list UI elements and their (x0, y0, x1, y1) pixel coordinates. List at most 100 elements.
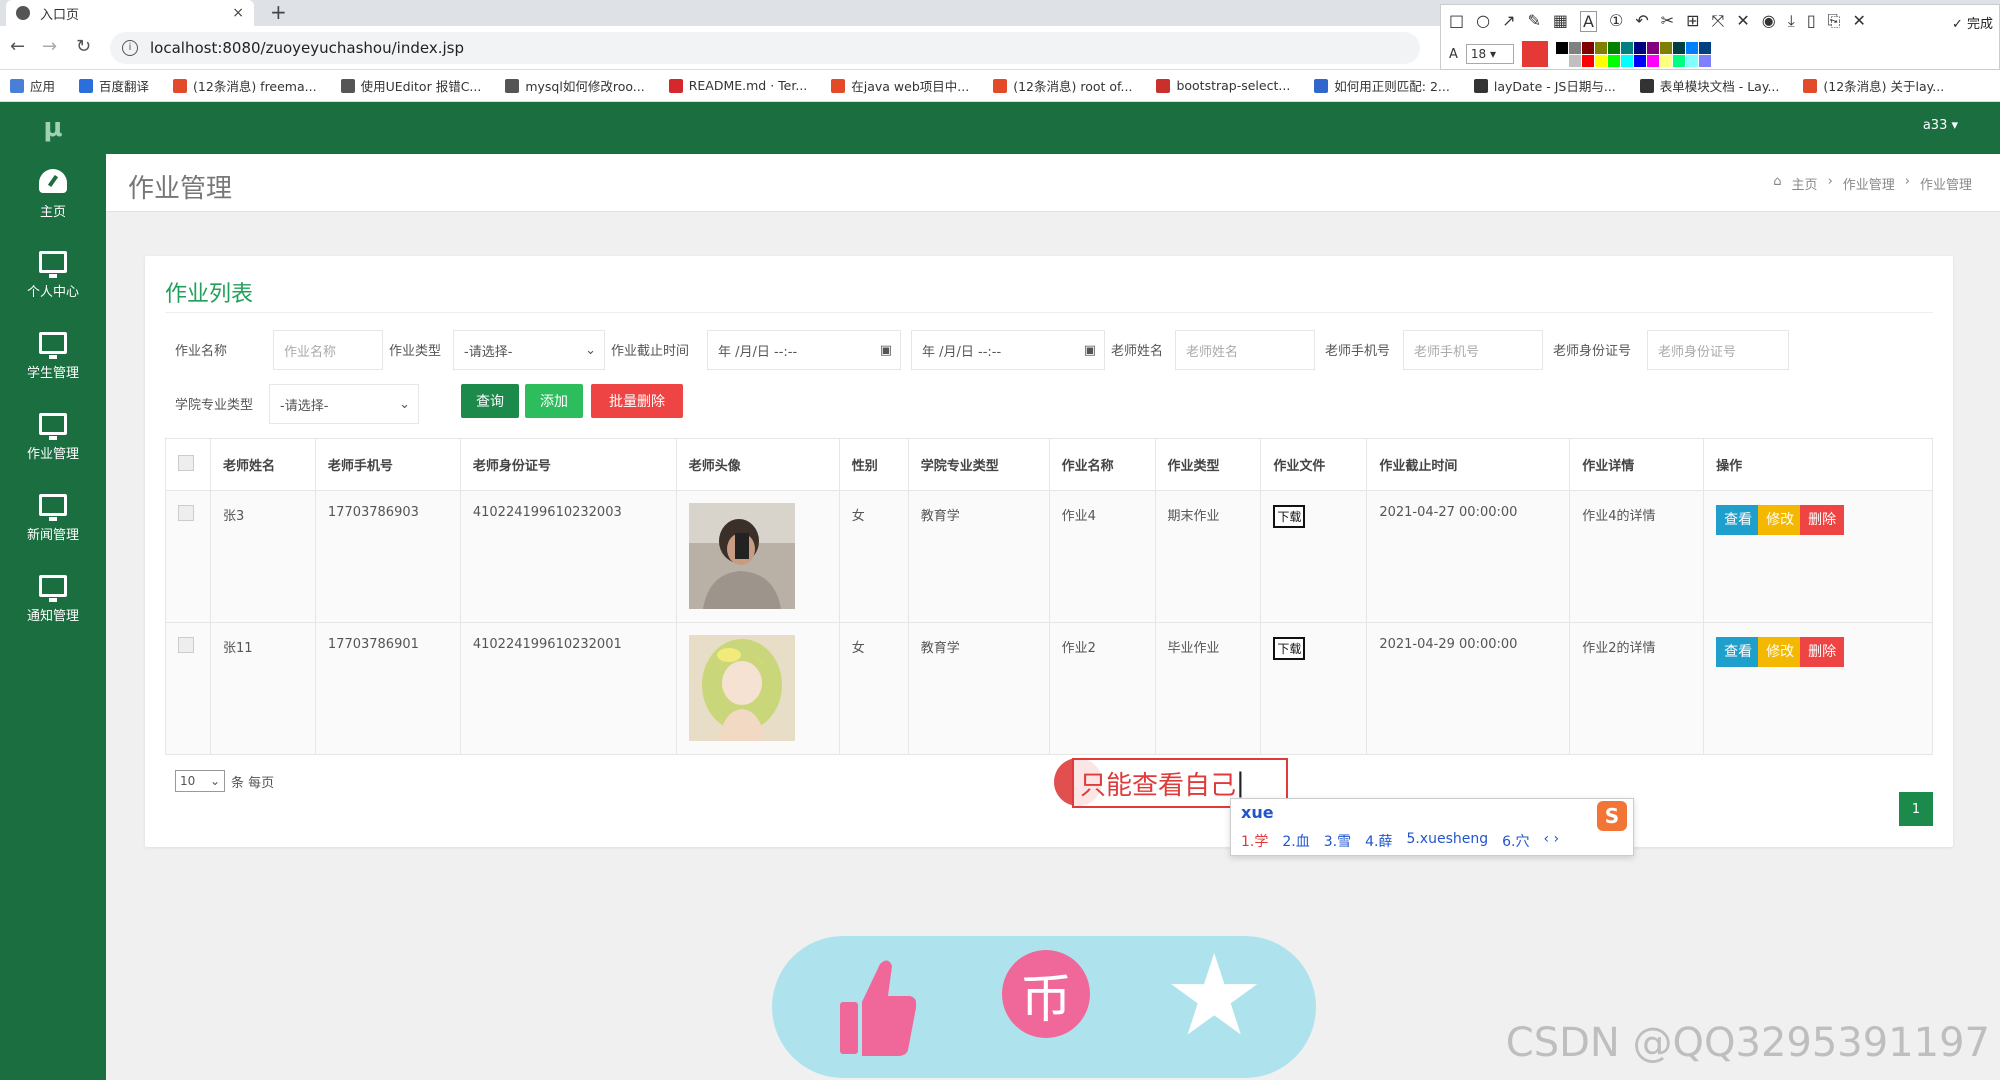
color-palette[interactable] (1555, 41, 1711, 67)
palette-swatch[interactable] (1594, 54, 1607, 67)
palette-swatch[interactable] (1646, 41, 1659, 54)
hw-type-select[interactable]: -请选择- ⌄ (453, 330, 605, 370)
font-size-select[interactable]: 18 ▾ (1465, 44, 1514, 64)
bookmark-item[interactable]: (12条消息) root of... (993, 76, 1132, 95)
tab-close-icon[interactable]: × (232, 5, 244, 21)
palette-swatch[interactable] (1685, 41, 1698, 54)
add-button[interactable]: 添加 (525, 384, 583, 418)
deadline-from-input[interactable]: 年 /月/日 --:-- ▣ (707, 330, 901, 370)
view-button[interactable]: 查看 (1716, 505, 1761, 535)
calendar-icon[interactable]: ▣ (880, 343, 892, 358)
sidebar-item[interactable]: 学生管理 (0, 316, 106, 397)
breadcrumb-home[interactable]: 主页 (1792, 174, 1818, 193)
palette-swatch[interactable] (1620, 54, 1633, 67)
row-checkbox[interactable] (178, 637, 194, 653)
row-checkbox[interactable] (178, 505, 194, 521)
arrow-tool-icon[interactable]: ↗ (1502, 11, 1515, 32)
palette-swatch[interactable] (1698, 54, 1711, 67)
reload-icon[interactable]: ↻ (76, 36, 91, 57)
coin-icon[interactable]: 币 (1002, 950, 1090, 1038)
text-tool-icon[interactable]: A (1580, 11, 1597, 32)
back-icon[interactable]: ← (10, 36, 25, 57)
bookmark-item[interactable]: 使用UEditor 报错C... (340, 76, 481, 95)
hw-name-input[interactable]: 作业名称 (273, 330, 383, 370)
forward-icon[interactable]: → (42, 36, 57, 57)
palette-swatch[interactable] (1607, 41, 1620, 54)
info-icon[interactable]: i (122, 40, 138, 56)
palette-swatch[interactable] (1620, 41, 1633, 54)
ime-candidate[interactable]: 3.雪 (1324, 831, 1351, 851)
ime-candidate[interactable]: 6.穴 (1502, 831, 1529, 851)
calendar-icon[interactable]: ▣ (1084, 343, 1096, 358)
delete-button[interactable]: 删除 (1800, 637, 1845, 667)
save-icon[interactable]: ⎘ (1828, 11, 1841, 32)
ocr-icon[interactable]: ⊞ (1686, 11, 1699, 32)
palette-swatch[interactable] (1698, 41, 1711, 54)
browser-tab[interactable]: 入口页 × (6, 0, 254, 26)
number-tool-icon[interactable]: ① (1609, 11, 1623, 32)
deadline-to-input[interactable]: 年 /月/日 --:-- ▣ (911, 330, 1105, 370)
palette-swatch[interactable] (1672, 41, 1685, 54)
palette-swatch[interactable] (1646, 54, 1659, 67)
user-menu[interactable]: a33 ▾ (1923, 118, 1958, 133)
ime-candidate[interactable]: 5.xuesheng (1406, 831, 1488, 851)
palette-swatch[interactable] (1555, 54, 1568, 67)
major-select[interactable]: -请选择- ⌄ (269, 384, 419, 424)
cancel-icon[interactable]: ✕ (1852, 11, 1865, 32)
bookmark-item[interactable]: 应用 (10, 76, 55, 95)
new-tab-button[interactable]: + (270, 0, 287, 24)
download-link[interactable]: 下载 (1273, 505, 1306, 528)
record-icon[interactable]: ◉ (1762, 11, 1776, 32)
translate-icon[interactable]: ✕ (1736, 11, 1749, 32)
sidebar-item[interactable]: 作业管理 (0, 397, 106, 478)
page-size-select[interactable]: 10 ⌄ (175, 770, 225, 792)
bookmark-item[interactable]: README.md · Ter... (668, 78, 807, 93)
breadcrumb-item[interactable]: 作业管理 (1843, 174, 1895, 193)
palette-swatch[interactable] (1659, 41, 1672, 54)
delete-button[interactable]: 删除 (1800, 505, 1845, 535)
palette-swatch[interactable] (1672, 54, 1685, 67)
palette-swatch[interactable] (1568, 54, 1581, 67)
rectangle-tool-icon[interactable]: □ (1449, 11, 1464, 32)
teacher-id-input[interactable]: 老师身份证号 (1647, 330, 1789, 370)
bookmark-item[interactable]: 百度翻译 (79, 76, 149, 95)
ellipse-tool-icon[interactable]: ○ (1476, 11, 1490, 32)
ime-candidate[interactable]: 1.学 (1241, 831, 1268, 851)
bookmark-item[interactable]: mysql如何修改roo... (505, 76, 645, 95)
palette-swatch[interactable] (1633, 41, 1646, 54)
url-field[interactable]: i localhost:8080/zuoyeyuchashou/index.js… (110, 32, 1420, 64)
palette-swatch[interactable] (1555, 41, 1568, 54)
download-icon[interactable]: ⤓ (1788, 11, 1795, 32)
current-color-swatch[interactable] (1521, 41, 1548, 67)
sidebar-item[interactable]: 个人中心 (0, 235, 106, 316)
palette-swatch[interactable] (1659, 54, 1672, 67)
palette-swatch[interactable] (1581, 41, 1594, 54)
query-button[interactable]: 查询 (461, 384, 519, 418)
pin-icon[interactable]: ✂ (1661, 11, 1674, 32)
favorite-star-icon[interactable]: ★ (1164, 936, 1264, 1056)
sidebar-item[interactable]: 新闻管理 (0, 478, 106, 559)
palette-swatch[interactable] (1607, 54, 1620, 67)
ime-page-arrows[interactable]: ‹ › (1543, 831, 1559, 851)
bookmark-item[interactable]: bootstrap-select... (1156, 78, 1290, 93)
edit-button[interactable]: 修改 (1758, 637, 1803, 667)
palette-swatch[interactable] (1685, 54, 1698, 67)
palette-swatch[interactable] (1568, 41, 1581, 54)
copy-icon[interactable]: ▯ (1807, 11, 1816, 32)
page-number-1[interactable]: 1 (1899, 792, 1933, 826)
bookmark-item[interactable]: 表单模块文档 - Lay... (1639, 76, 1779, 95)
download-link[interactable]: 下载 (1273, 637, 1306, 660)
sidebar-item[interactable]: 通知管理 (0, 559, 106, 640)
edit-button[interactable]: 修改 (1758, 505, 1803, 535)
bookmark-item[interactable]: layDate - JS日期与... (1473, 76, 1616, 95)
mosaic-tool-icon[interactable]: ▦ (1553, 11, 1568, 32)
bookmark-item[interactable]: 如何用正则匹配: 2... (1314, 76, 1450, 95)
sidebar-item[interactable]: 主页 (0, 154, 106, 235)
palette-swatch[interactable] (1633, 54, 1646, 67)
bookmark-item[interactable]: (12条消息) 关于lay... (1803, 76, 1944, 95)
long-shot-icon[interactable]: ⤧ (1712, 11, 1725, 32)
palette-swatch[interactable] (1581, 54, 1594, 67)
teacher-phone-input[interactable]: 老师手机号 (1403, 330, 1543, 370)
bookmark-item[interactable]: 在java web项目中... (831, 76, 969, 95)
done-button[interactable]: ✓ 完成 (1952, 13, 1993, 32)
